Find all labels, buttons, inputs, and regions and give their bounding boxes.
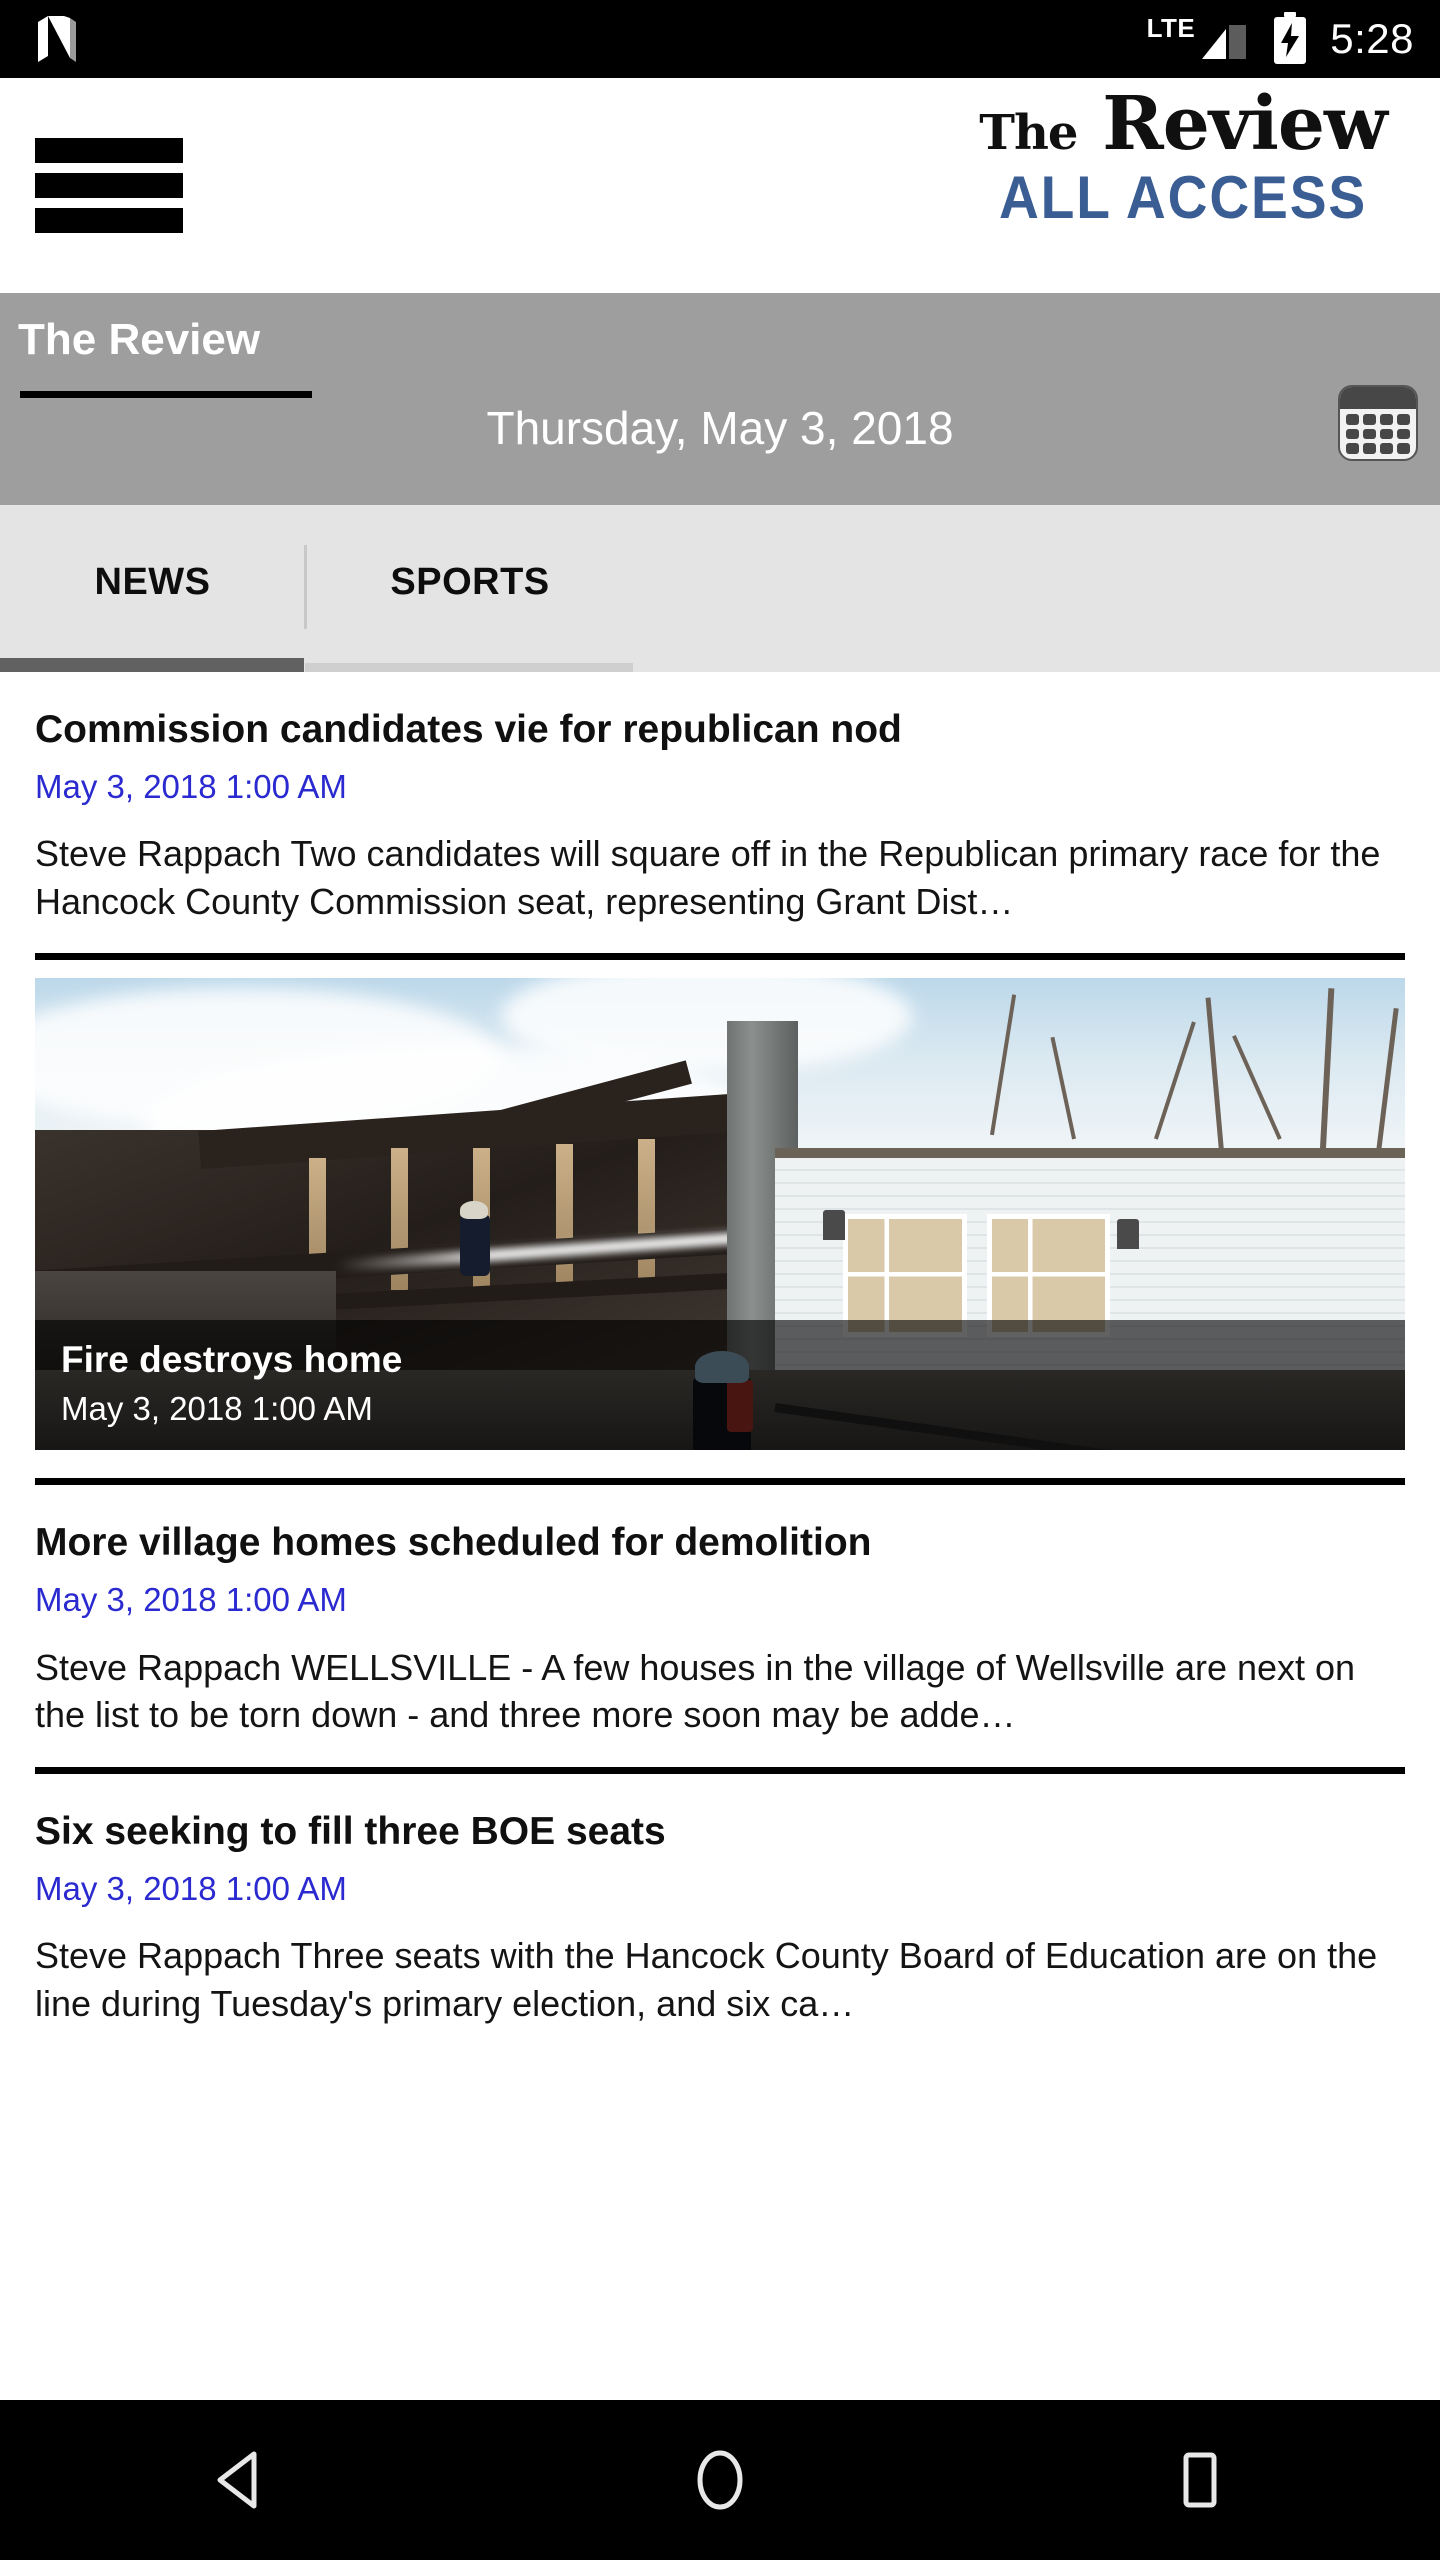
hamburger-menu-icon[interactable] (35, 138, 183, 233)
hamburger-bar-3 (35, 208, 183, 233)
logo-review: Review (1102, 81, 1387, 167)
back-triangle-icon[interactable] (150, 2400, 330, 2560)
signal-icon: LTE (1147, 15, 1251, 63)
status-clock: 5:28 (1330, 15, 1414, 62)
calendar-header (1340, 387, 1416, 409)
logo-subtitle: ALL ACCESS (998, 163, 1368, 231)
section-bar: The Review Thursday, May 3, 2018 (0, 293, 1440, 505)
list-divider (35, 1766, 1405, 1774)
story-title: More village homes scheduled for demolit… (35, 1521, 872, 1565)
photo-story-date: May 3, 2018 1:00 AM (61, 1390, 373, 1428)
photo-caption-overlay: Fire destroys home May 3, 2018 1:00 AM (35, 1320, 1405, 1451)
story-date: May 3, 2018 1:00 AM (35, 767, 347, 805)
list-item[interactable]: Commission candidates vie for republican… (0, 672, 1440, 925)
logo-wordmark: The Review (948, 85, 1418, 164)
tab-news[interactable]: NEWS (0, 505, 305, 660)
featured-photo-story[interactable]: Fire destroys home May 3, 2018 1:00 AM (35, 978, 1405, 1451)
tab-indicator-inactive (305, 663, 633, 672)
tab-news-label: NEWS (94, 561, 211, 603)
edition-date: Thursday, May 3, 2018 (486, 402, 954, 454)
calendar-grid (1340, 409, 1416, 459)
tab-sports[interactable]: SPORTS (305, 505, 635, 660)
tab-sports-label: SPORTS (390, 561, 550, 603)
network-type-label: LTE (1146, 13, 1196, 43)
battery-charging-icon (1272, 12, 1308, 66)
hamburger-bar-2 (35, 173, 183, 198)
list-divider (35, 1478, 1405, 1486)
tab-indicator-active (0, 658, 304, 672)
story-excerpt: Steve Rappach Three seats with the Hanco… (35, 1935, 1378, 2024)
list-item[interactable]: More village homes scheduled for demolit… (0, 1485, 1440, 1738)
logo-the: The (979, 105, 1078, 161)
signal-bars-icon (1198, 15, 1250, 63)
article-feed: Commission candidates vie for republican… (0, 672, 1440, 2028)
nextdoor-n-icon (34, 14, 80, 64)
status-bar-left (34, 14, 80, 64)
status-bar-right: LTE 5:28 (1147, 12, 1414, 66)
list-item[interactable]: Six seeking to fill three BOE seats May … (0, 1774, 1440, 2027)
recents-square-icon[interactable] (1110, 2400, 1290, 2560)
photo-story-title: Fire destroys home (61, 1339, 403, 1381)
publication-logo[interactable]: The Review ALL ACCESS (948, 85, 1418, 231)
story-excerpt: Steve Rappach WELLSVILLE - A few houses … (35, 1646, 1356, 1736)
section-tabs: NEWS SPORTS (0, 505, 1440, 672)
home-circle-icon[interactable] (630, 2400, 810, 2560)
section-title: The Review (18, 315, 261, 364)
story-excerpt: Steve Rappach Two candidates will square… (35, 833, 1381, 922)
story-date: May 3, 2018 1:00 AM (35, 1581, 347, 1619)
calendar-icon[interactable] (1338, 385, 1418, 461)
phone-screen: LTE 5:28 The Review ALL ACCESS The Revie… (0, 0, 1440, 2560)
hamburger-bar-1 (35, 138, 183, 163)
story-date: May 3, 2018 1:00 AM (35, 1869, 347, 1907)
section-title-underline (20, 391, 312, 398)
story-title: Six seeking to fill three BOE seats (35, 1809, 666, 1853)
status-bar: LTE 5:28 (0, 0, 1440, 78)
android-nav-bar (0, 2400, 1440, 2560)
list-divider (35, 953, 1405, 961)
app-masthead: The Review ALL ACCESS (0, 78, 1440, 293)
story-title: Commission candidates vie for republican… (35, 708, 902, 751)
